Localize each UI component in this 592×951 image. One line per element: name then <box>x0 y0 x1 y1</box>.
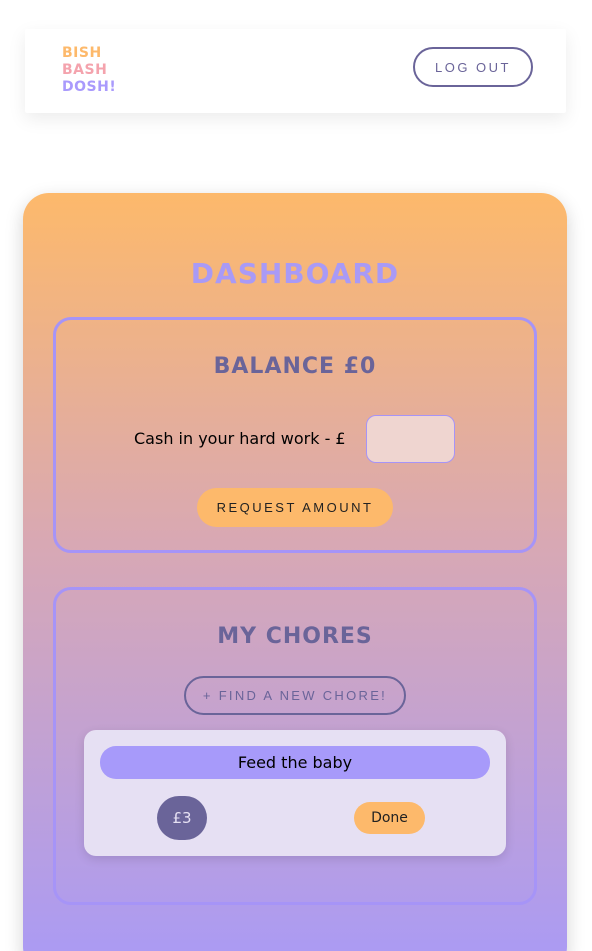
logo-line-1: BISH <box>62 45 102 61</box>
chore-card: Feed the baby £3 Done <box>84 730 506 856</box>
find-new-chore-button[interactable]: + FIND A NEW CHORE! <box>184 676 406 715</box>
balance-title: BALANCE £0 <box>213 354 377 379</box>
dashboard-container: DASHBOARD BALANCE £0 Cash in your hard w… <box>23 193 567 951</box>
request-amount-button[interactable]: REQUEST AMOUNT <box>197 488 393 527</box>
logo-line-2: BASH <box>62 62 108 78</box>
page-title: DASHBOARD <box>190 257 400 290</box>
chore-price-badge: £3 <box>157 796 207 840</box>
top-navbar: BISH BASH DOSH! LOG OUT <box>25 29 566 113</box>
chore-name: Feed the baby <box>100 746 490 779</box>
cash-amount-label: Cash in your hard work - £ <box>134 429 346 448</box>
cash-amount-input[interactable] <box>366 415 455 463</box>
chore-done-button[interactable]: Done <box>354 802 425 834</box>
chores-title: MY CHORES <box>217 624 373 649</box>
app-logo[interactable]: BISH BASH DOSH! <box>62 45 122 96</box>
balance-panel: BALANCE £0 Cash in your hard work - £ RE… <box>53 317 537 553</box>
logout-button[interactable]: LOG OUT <box>413 47 533 87</box>
logo-line-3: DOSH! <box>62 79 117 95</box>
chores-panel: MY CHORES + FIND A NEW CHORE! Feed the b… <box>53 587 537 905</box>
